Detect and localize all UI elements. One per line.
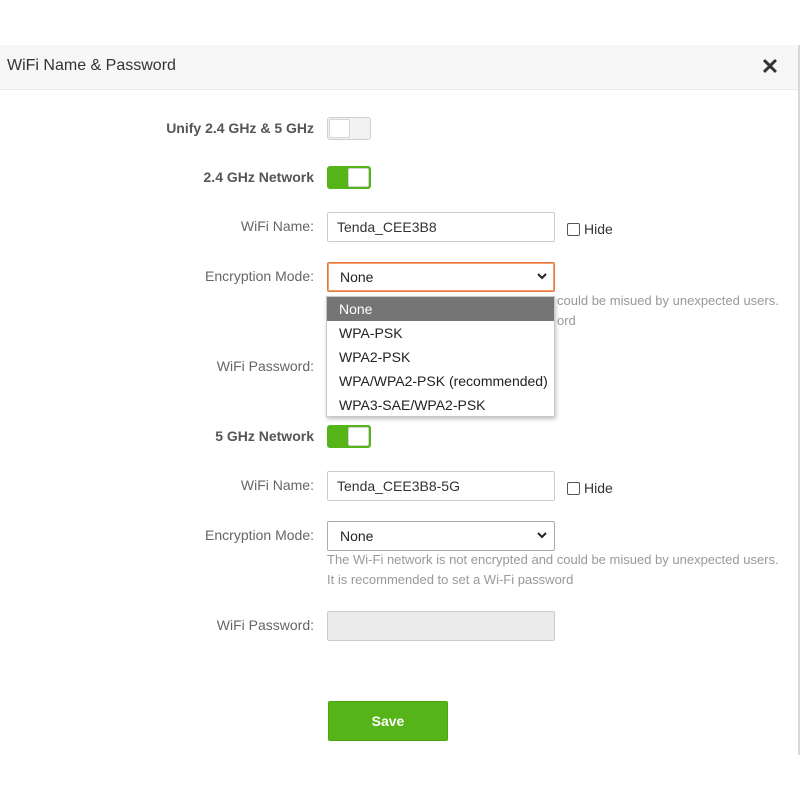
band-5-password-label: WiFi Password: xyxy=(216,617,314,633)
dialog-header: WiFi Name & Password ✕ xyxy=(0,45,798,90)
band-24-encryption-select[interactable]: None xyxy=(327,262,555,292)
band-24-encryption-label: Encryption Mode: xyxy=(205,268,314,284)
dropdown-option[interactable]: WPA2-PSK xyxy=(327,345,554,369)
toggle-knob xyxy=(348,168,369,187)
band-24-password-label: WiFi Password: xyxy=(216,358,314,374)
band-5-encryption-label: Encryption Mode: xyxy=(205,527,314,543)
band-5-toggle[interactable] xyxy=(327,425,371,448)
encryption-dropdown-list: None WPA-PSK WPA2-PSK WPA/WPA2-PSK (reco… xyxy=(326,296,555,417)
band-24-hint-partial-line2: ord xyxy=(557,313,576,328)
band-5-hide-checkbox[interactable] xyxy=(567,482,580,495)
dropdown-option[interactable]: WPA3-SAE/WPA2-PSK xyxy=(327,393,554,417)
dropdown-option[interactable]: None xyxy=(327,297,554,321)
band-24-hide-checkbox[interactable] xyxy=(567,223,580,236)
band-24-hint-partial-line1: could be misued by unexpected users. xyxy=(557,293,779,308)
band-5-password-input[interactable] xyxy=(327,611,555,641)
band-5-hint-line2: It is recommended to set a Wi-Fi passwor… xyxy=(327,572,574,587)
dropdown-option[interactable]: WPA-PSK xyxy=(327,321,554,345)
hide-label: Hide xyxy=(584,221,613,237)
band-5-hint-line1: The Wi-Fi network is not encrypted and c… xyxy=(327,552,779,567)
close-icon[interactable]: ✕ xyxy=(760,55,780,79)
band-5-label: 5 GHz Network xyxy=(215,428,314,444)
band-24-wifi-name-input[interactable]: Tenda_CEE3B8 xyxy=(327,212,555,242)
wifi-settings-dialog: WiFi Name & Password ✕ Unify 2.4 GHz & 5… xyxy=(0,45,800,755)
select-value: None xyxy=(340,528,374,544)
band-5-encryption-select[interactable]: None xyxy=(327,521,555,551)
hide-label: Hide xyxy=(584,480,613,496)
dropdown-option[interactable]: WPA/WPA2-PSK (recommended) xyxy=(327,369,554,393)
chevron-down-icon xyxy=(537,273,547,280)
save-button[interactable]: Save xyxy=(328,701,448,741)
unify-label: Unify 2.4 GHz & 5 GHz xyxy=(166,120,314,136)
band-24-toggle[interactable] xyxy=(327,166,371,189)
toggle-knob xyxy=(329,119,350,138)
chevron-down-icon xyxy=(537,532,547,539)
band-24-wifi-name-label: WiFi Name: xyxy=(240,218,314,234)
unify-toggle[interactable] xyxy=(327,117,371,140)
band-5-wifi-name-input[interactable]: Tenda_CEE3B8-5G xyxy=(327,471,555,501)
dialog-title: WiFi Name & Password xyxy=(7,57,176,74)
band-5-wifi-name-label: WiFi Name: xyxy=(240,477,314,493)
toggle-knob xyxy=(348,427,369,446)
band-24-label: 2.4 GHz Network xyxy=(203,169,314,185)
select-value: None xyxy=(340,269,374,285)
